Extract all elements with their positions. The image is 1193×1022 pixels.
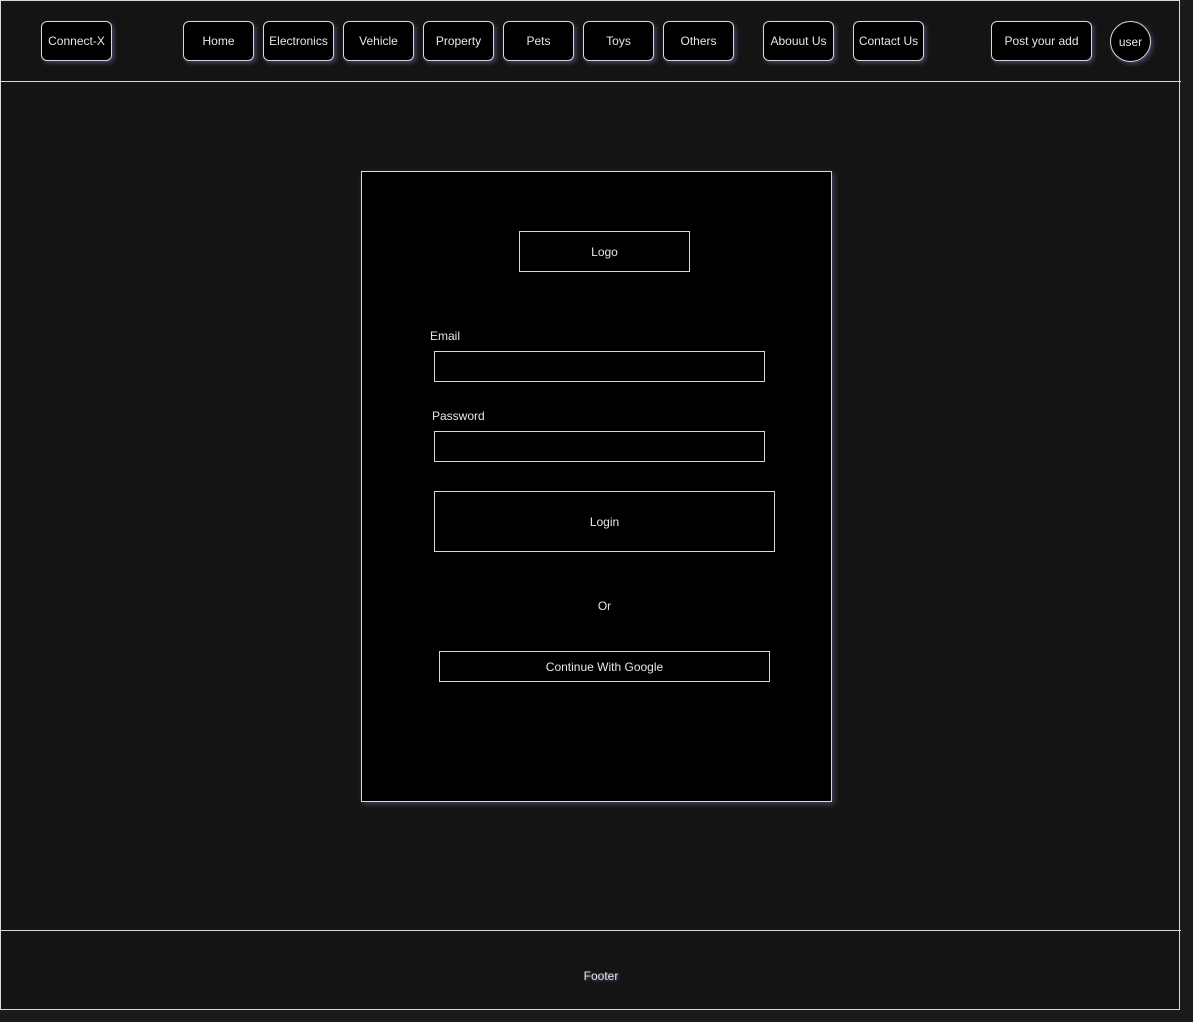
nav-pets[interactable]: Pets: [503, 21, 574, 61]
nav-about-us[interactable]: Abouut Us: [763, 21, 834, 61]
nav-others[interactable]: Others: [663, 21, 734, 61]
nav-toys[interactable]: Toys: [583, 21, 654, 61]
footer: Footer: [1, 930, 1181, 1011]
nav-home[interactable]: Home: [183, 21, 254, 61]
user-avatar-button[interactable]: user: [1110, 21, 1151, 62]
nav-property[interactable]: Property: [423, 21, 494, 61]
login-card: Logo Email Password Login Or Continue Wi…: [361, 171, 832, 802]
or-divider-text: Or: [597, 599, 612, 613]
password-label: Password: [432, 409, 485, 423]
nav-vehicle[interactable]: Vehicle: [343, 21, 414, 61]
login-button[interactable]: Login: [434, 491, 775, 552]
email-label: Email: [430, 329, 461, 343]
brand-button[interactable]: Connect-X: [41, 21, 112, 61]
app-frame: Connect-X Home Electronics Vehicle Prope…: [0, 0, 1181, 1011]
nav-electronics[interactable]: Electronics: [263, 21, 334, 61]
continue-with-google-button[interactable]: Continue With Google: [439, 651, 770, 682]
email-field[interactable]: [434, 351, 765, 382]
post-ad-button[interactable]: Post your add: [991, 21, 1092, 61]
nav-contact-us[interactable]: Contact Us: [853, 21, 924, 61]
password-field[interactable]: [434, 431, 765, 462]
top-navbar: Connect-X Home Electronics Vehicle Prope…: [1, 1, 1181, 82]
footer-text: Footer: [583, 969, 619, 983]
logo-placeholder: Logo: [519, 231, 690, 272]
